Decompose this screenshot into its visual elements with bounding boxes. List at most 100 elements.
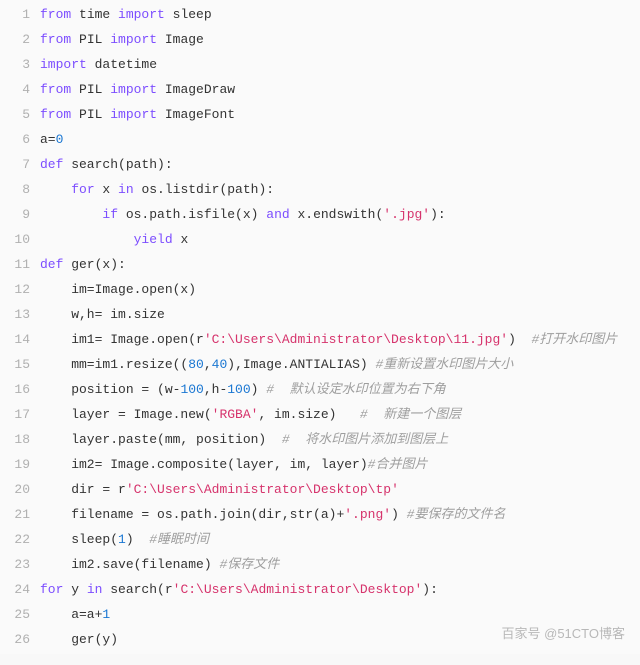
line-code: a=a+1 — [40, 602, 640, 627]
token-cmt: #合并图片 — [368, 457, 428, 472]
code-line: 16 position = (w-100,h-100) # 默认设定水印位置为右… — [0, 377, 640, 402]
token-cmt: #睡眠时间 — [149, 532, 209, 547]
line-number: 23 — [0, 552, 40, 577]
token-plain: ImageFont — [157, 107, 235, 122]
token-plain: layer = Image.new( — [40, 407, 212, 422]
line-number: 2 — [0, 27, 40, 52]
token-num: 80 — [188, 357, 204, 372]
token-cmt: # 默认设定水印位置为右下角 — [266, 382, 445, 397]
token-plain: ger(x): — [63, 257, 125, 272]
token-plain: y — [63, 582, 86, 597]
line-code: import datetime — [40, 52, 640, 77]
token-plain: ): — [422, 582, 438, 597]
line-number: 14 — [0, 327, 40, 352]
line-number: 25 — [0, 602, 40, 627]
token-str: 'RGBA' — [212, 407, 259, 422]
line-number: 4 — [0, 77, 40, 102]
token-plain: im2= Image.composite(layer, im, layer) — [40, 457, 368, 472]
line-code: def ger(x): — [40, 252, 640, 277]
line-number: 24 — [0, 577, 40, 602]
line-number: 15 — [0, 352, 40, 377]
token-plain: ImageDraw — [157, 82, 235, 97]
token-plain: , im.size) — [258, 407, 359, 422]
code-line: 5from PIL import ImageFont — [0, 102, 640, 127]
token-plain: x — [173, 232, 189, 247]
line-code: mm=im1.resize((80,40),Image.ANTIALIAS) #… — [40, 352, 640, 377]
line-code: from PIL import ImageDraw — [40, 77, 640, 102]
code-line: 18 layer.paste(mm, position) # 将水印图片添加到图… — [0, 427, 640, 452]
line-number: 7 — [0, 152, 40, 177]
token-plain: im=Image.open(x) — [40, 282, 196, 297]
code-line: 3import datetime — [0, 52, 640, 77]
line-number: 12 — [0, 277, 40, 302]
line-code: position = (w-100,h-100) # 默认设定水印位置为右下角 — [40, 377, 640, 402]
line-code: yield x — [40, 227, 640, 252]
token-kw: in — [118, 182, 134, 197]
line-code: if os.path.isfile(x) and x.endswith('.jp… — [40, 202, 640, 227]
code-block: 1from time import sleep2from PIL import … — [0, 0, 640, 654]
token-kw: import — [110, 107, 157, 122]
token-plain: im1= Image.open(r — [40, 332, 204, 347]
token-kw: yield — [134, 232, 173, 247]
token-plain: PIL — [71, 82, 110, 97]
token-num: 1 — [102, 607, 110, 622]
token-kw: from — [40, 32, 71, 47]
code-line: 2from PIL import Image — [0, 27, 640, 52]
token-plain: os.path.isfile(x) — [118, 207, 266, 222]
line-code: from PIL import Image — [40, 27, 640, 52]
token-plain: dir = r — [40, 482, 126, 497]
token-plain: Image — [157, 32, 204, 47]
token-str: '.png' — [344, 507, 391, 522]
token-plain: ) — [126, 532, 149, 547]
code-line: 26 ger(y) — [0, 627, 640, 652]
line-code: im=Image.open(x) — [40, 277, 640, 302]
token-cmt: #打开水印图片 — [531, 332, 617, 347]
token-str: 'C:\Users\Administrator\Desktop\11.jpg' — [204, 332, 508, 347]
line-number: 9 — [0, 202, 40, 227]
code-line: 19 im2= Image.composite(layer, im, layer… — [0, 452, 640, 477]
token-kw: for — [71, 182, 94, 197]
code-line: 4from PIL import ImageDraw — [0, 77, 640, 102]
code-line: 24for y in search(r'C:\Users\Administrat… — [0, 577, 640, 602]
line-number: 6 — [0, 127, 40, 152]
line-number: 3 — [0, 52, 40, 77]
token-cmt: # 新建一个图层 — [360, 407, 461, 422]
line-code: for y in search(r'C:\Users\Administrator… — [40, 577, 640, 602]
token-cmt: #要保存的文件名 — [407, 507, 506, 522]
code-line: 7def search(path): — [0, 152, 640, 177]
token-plain: mm=im1.resize(( — [40, 357, 188, 372]
token-num: 0 — [56, 132, 64, 147]
line-number: 19 — [0, 452, 40, 477]
line-code: def search(path): — [40, 152, 640, 177]
code-line: 22 sleep(1) #睡眠时间 — [0, 527, 640, 552]
token-plain: os.listdir(path): — [134, 182, 274, 197]
token-plain: time — [71, 7, 118, 22]
token-plain: a= — [40, 132, 56, 147]
code-line: 9 if os.path.isfile(x) and x.endswith('.… — [0, 202, 640, 227]
token-plain: ) — [391, 507, 407, 522]
line-code: ger(y) — [40, 627, 640, 652]
token-kw: import — [40, 57, 87, 72]
line-number: 22 — [0, 527, 40, 552]
token-plain: datetime — [87, 57, 157, 72]
token-kw: if — [102, 207, 118, 222]
token-kw: import — [110, 32, 157, 47]
token-plain: PIL — [71, 32, 110, 47]
line-number: 1 — [0, 2, 40, 27]
line-code: from PIL import ImageFont — [40, 102, 640, 127]
token-plain: , — [204, 357, 212, 372]
line-code: from time import sleep — [40, 2, 640, 27]
token-kw: def — [40, 157, 63, 172]
line-code: a=0 — [40, 127, 640, 152]
token-plain — [40, 232, 134, 247]
code-line: 6a=0 — [0, 127, 640, 152]
token-kw: from — [40, 107, 71, 122]
token-plain: search(path): — [63, 157, 172, 172]
line-code: layer = Image.new('RGBA', im.size) # 新建一… — [40, 402, 640, 427]
token-plain: ),Image.ANTIALIAS) — [227, 357, 375, 372]
token-plain: x.endswith( — [290, 207, 384, 222]
code-line: 13 w,h= im.size — [0, 302, 640, 327]
token-kw: and — [266, 207, 289, 222]
token-str: '.jpg' — [383, 207, 430, 222]
token-num: 1 — [118, 532, 126, 547]
